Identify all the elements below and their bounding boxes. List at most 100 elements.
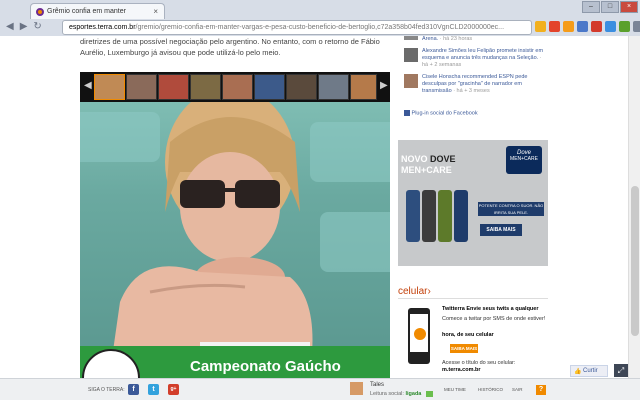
gmail-icon[interactable] [591,21,602,32]
gallery-thumb[interactable] [126,74,157,100]
celular-heading[interactable]: celular› [398,286,431,297]
feed-text: Cisele Honscha recommended ESPN pede des… [422,74,548,95]
gallery-thumbnails: ◀ ▶ [80,72,390,102]
sair-link[interactable]: SAIR [512,387,523,392]
social-reading-toggle[interactable] [426,391,433,397]
twitter-icon[interactable]: t [148,384,159,395]
page-scrollbar[interactable] [628,36,640,378]
feed-item-meta: · há + 3 meses [453,88,490,94]
back-icon[interactable]: ◀ [6,21,14,32]
avatar[interactable] [350,382,363,395]
article-line: Aurélio, Luxemburgo já avisou que pode u… [80,48,281,57]
minimize-button[interactable]: – [582,1,600,13]
celular-line: Twitterra Envie seus twits a qualquer [442,306,546,313]
terra-favicon-icon [36,8,44,16]
facebook-icon[interactable]: f [128,384,139,395]
celular-cta-button[interactable]: SAIBA MAIS [450,344,478,353]
follow-label: SIGA O TERRA: [88,387,125,393]
ad-cta-button[interactable]: SAIBA MAIS [480,224,522,236]
sidebar: Arena. · há 23 horas Alexandre Simões le… [398,36,548,378]
url-path: /gremio/gremio-confia-em-manter-vargas-e… [135,24,505,31]
extension-green-icon[interactable] [619,21,630,32]
terra-logo-icon [414,328,426,340]
browser-tab[interactable]: Grêmio confia em manter × [30,3,165,19]
avatar [404,36,418,40]
article-line: diretrizes de uma possível negociação pe… [80,37,380,46]
gallery-next-icon[interactable]: ▶ [380,80,388,91]
feed-item-text: Arena. [422,36,439,42]
extension-blue-icon[interactable] [577,21,588,32]
wrench-menu-icon[interactable] [633,21,640,32]
gallery-thumb[interactable] [350,74,377,100]
phone-icon [408,308,430,364]
gallery-thumb[interactable] [222,74,253,100]
ad-tagline: POTENTE CONTRA O SUOR. NÃO IRRITA SUA PE… [478,202,544,216]
avatar [404,74,418,88]
phone-screen [410,314,428,352]
scrollbar-thumb[interactable] [631,186,639,336]
browser-chrome: Grêmio confia em manter × – □ × ◀ ▶ ↻ es… [0,0,640,36]
photo-gallery[interactable]: ◀ ▶ [80,72,390,372]
dove-logo-line2: MEN+CARE [510,156,538,162]
help-icon[interactable]: ? [536,385,546,395]
gallery-thumb[interactable] [254,74,285,100]
rss-icon[interactable] [563,21,574,32]
thumbs-up-icon: 👍 [574,369,582,375]
nav-buttons: ◀ ▶ ↻ [6,21,42,32]
product-bottle [454,190,468,242]
like-label: Curtir [583,368,598,374]
feed-item-text: Alexandre Simões leu Felipão promete ins… [422,48,544,61]
bookmark-star-icon[interactable] [535,21,546,32]
celular-line5[interactable]: m.terra.com.br [442,367,481,373]
dove-ad[interactable]: NOVO DOVE MEN+CARE Dove MEN+CARE POTENTE… [398,140,548,266]
page-viewport: diretrizes de uma possível negociação pe… [0,36,628,378]
divider [398,298,548,299]
feed-text: Alexandre Simões leu Felipão promete ins… [422,48,548,69]
fb-plugin-text: Plug-in social do Facebook [411,110,478,117]
campeonato-banner[interactable]: Campeonato Gaúcho [80,346,390,378]
like-button[interactable]: 👍 Curtir [570,365,608,377]
expand-icon[interactable]: ⤢ [614,364,628,377]
celular-line4: Acesse o título do seu celular: [442,360,516,366]
reload-icon[interactable]: ↻ [33,21,41,32]
user-name[interactable]: Tales [370,382,384,388]
facebook-plugin-label[interactable]: Plug-in social do Facebook [404,110,478,116]
chevron-right-icon: › [427,286,431,297]
gallery-prev-icon[interactable]: ◀ [84,80,92,91]
avatar [404,48,418,62]
gallery-thumb[interactable] [158,74,189,100]
url-host: esportes.terra.com.br [69,24,136,31]
meu-time-link[interactable]: MEU TIME [444,387,466,392]
historico-link[interactable]: HISTÓRICO [478,387,503,392]
gallery-thumb[interactable] [318,74,349,100]
forward-icon[interactable]: ▶ [20,21,28,32]
google-plus-icon[interactable]: g+ [168,384,179,395]
feed-item-meta: · há 23 horas [439,36,473,42]
gallery-thumb[interactable] [286,74,317,100]
extension-badge-icon[interactable] [605,21,616,32]
address-bar[interactable]: esportes.terra.com.br/gremio/gremio-conf… [62,20,532,35]
soccer-ball-icon [82,349,140,378]
celular-line3: hora, de seu celular [442,332,494,338]
gallery-thumb[interactable] [190,74,221,100]
terra-bottom-bar: SIGA O TERRA: f t g+ Tales Leitura socia… [0,378,640,400]
celular-line1: Twitterra Envie seus twits a qualquer [442,306,539,312]
close-window-button[interactable]: × [620,1,638,13]
photo-subject [110,102,313,372]
gallery-thumb[interactable] [94,74,125,100]
ad-mencare: MEN+CARE [401,165,452,175]
social-reading-state: ligada [405,391,422,397]
extension-icons [535,21,640,32]
extension-red-icon[interactable] [549,21,560,32]
social-reading-label: Leitura social: [370,391,404,397]
maximize-button[interactable]: □ [601,1,619,13]
celular-line: m.terra.com.br [442,367,546,374]
window-controls: – □ × [582,1,638,13]
tab-title: Grêmio confia em manter [47,8,126,15]
social-reading: Leitura social: ligada [370,391,421,397]
celular-line2: Comece a twitar por SMS de onde estiver! [442,316,546,322]
article-text: diretrizes de uma possível negociação pe… [80,36,395,58]
product-bottle [438,190,452,242]
tab-close-icon[interactable]: × [153,7,158,16]
ad-dove: DOVE [430,154,456,164]
